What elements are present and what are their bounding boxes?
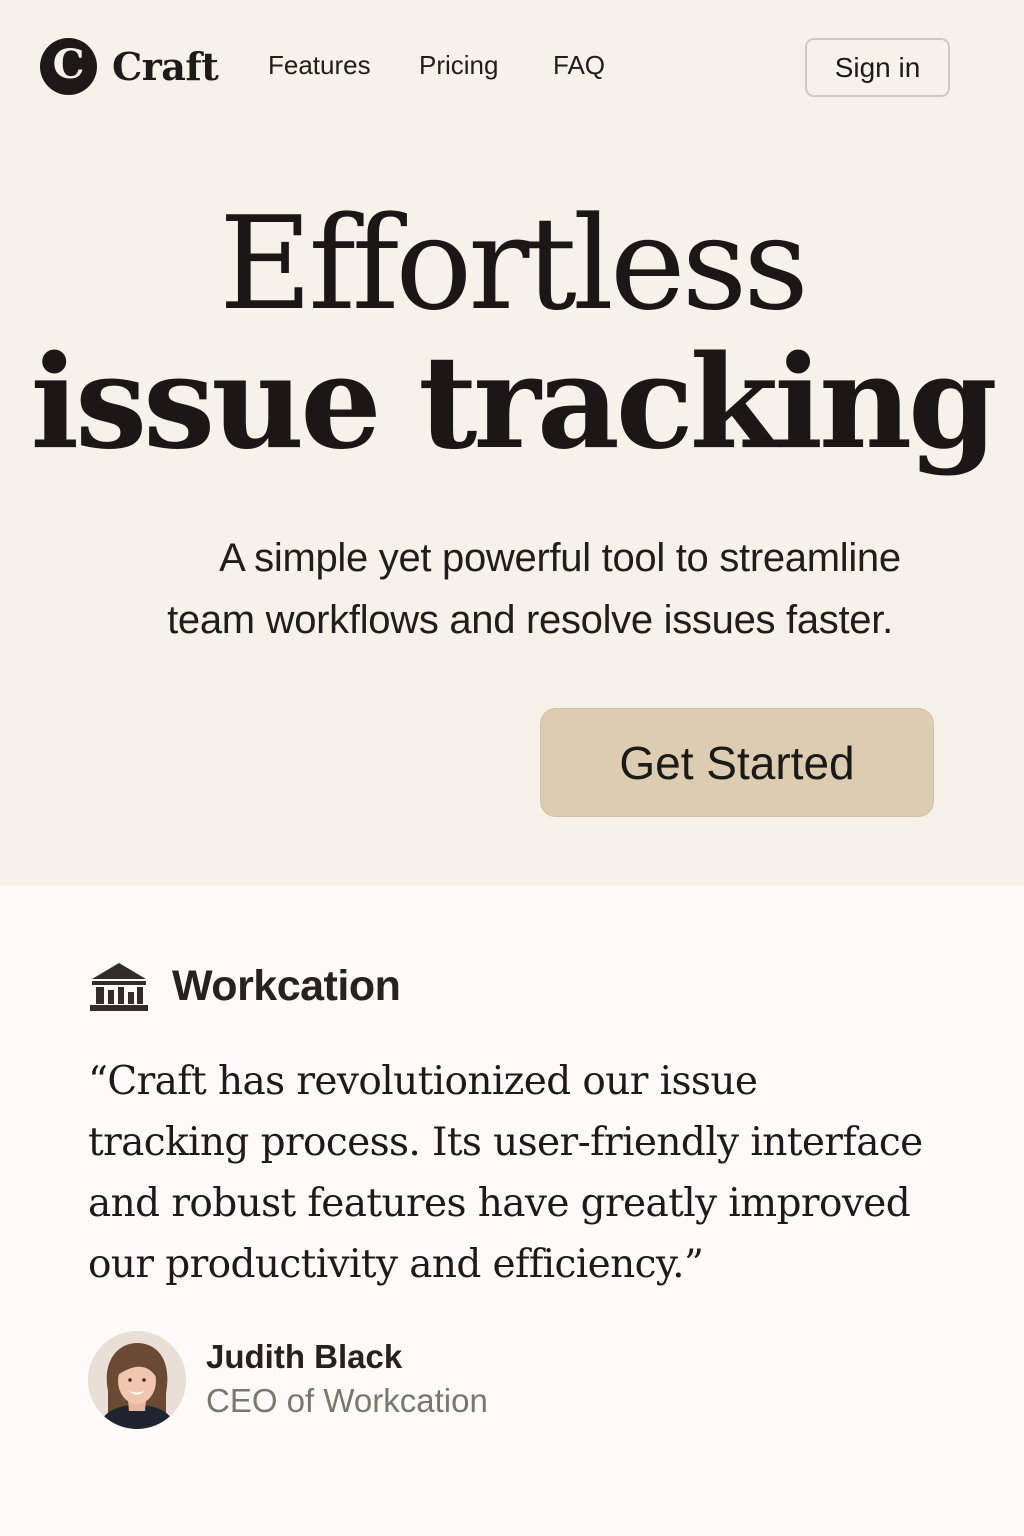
sign-in-button[interactable]: Sign in [805, 38, 950, 97]
quote-line: our productivity and efficiency.” [88, 1242, 704, 1287]
hero-section: C Craft Features Pricing FAQ Sign in Eff… [0, 0, 1024, 886]
author-title: CEO of Workcation [206, 1382, 488, 1419]
quote-line: and robust features have greatly improve… [88, 1181, 911, 1226]
headline-line-1: Effortless [219, 190, 809, 339]
nav-link-features[interactable]: Features [268, 50, 371, 81]
hero-headline: Effortless issue tracking [0, 190, 1024, 478]
logo-text: Craft [112, 44, 219, 89]
subhead-line-2: team workflows and resolve issues faster… [167, 598, 893, 642]
testimonial-quote: “Craft has revolutionized our issue trac… [88, 1051, 968, 1295]
logo-mark-icon: C [40, 38, 97, 95]
subhead-line-1: A simple yet powerful tool to streamline [219, 536, 901, 580]
nav-link-faq[interactable]: FAQ [553, 50, 605, 81]
logo[interactable]: C Craft [40, 38, 219, 95]
testimonial-author: Judith Black CEO of Workcation [88, 1331, 488, 1429]
author-name: Judith Black [206, 1338, 403, 1375]
avatar [88, 1331, 186, 1429]
headline-line-2: issue tracking [30, 328, 997, 478]
building-columns-icon [90, 962, 148, 1011]
company-name: Workcation [172, 962, 401, 1010]
nav-link-pricing[interactable]: Pricing [419, 50, 498, 81]
quote-line: “Craft has revolutionized our issue [88, 1059, 758, 1104]
author-info: Judith Black CEO of Workcation [206, 1336, 488, 1424]
author-portrait-icon [88, 1331, 186, 1429]
quote-line: tracking process. Its user-friendly inte… [88, 1120, 923, 1165]
company-logo: Workcation [90, 962, 401, 1011]
hero-subheading: A simple yet powerful tool to streamline… [100, 527, 960, 651]
get-started-button[interactable]: Get Started [540, 708, 934, 817]
